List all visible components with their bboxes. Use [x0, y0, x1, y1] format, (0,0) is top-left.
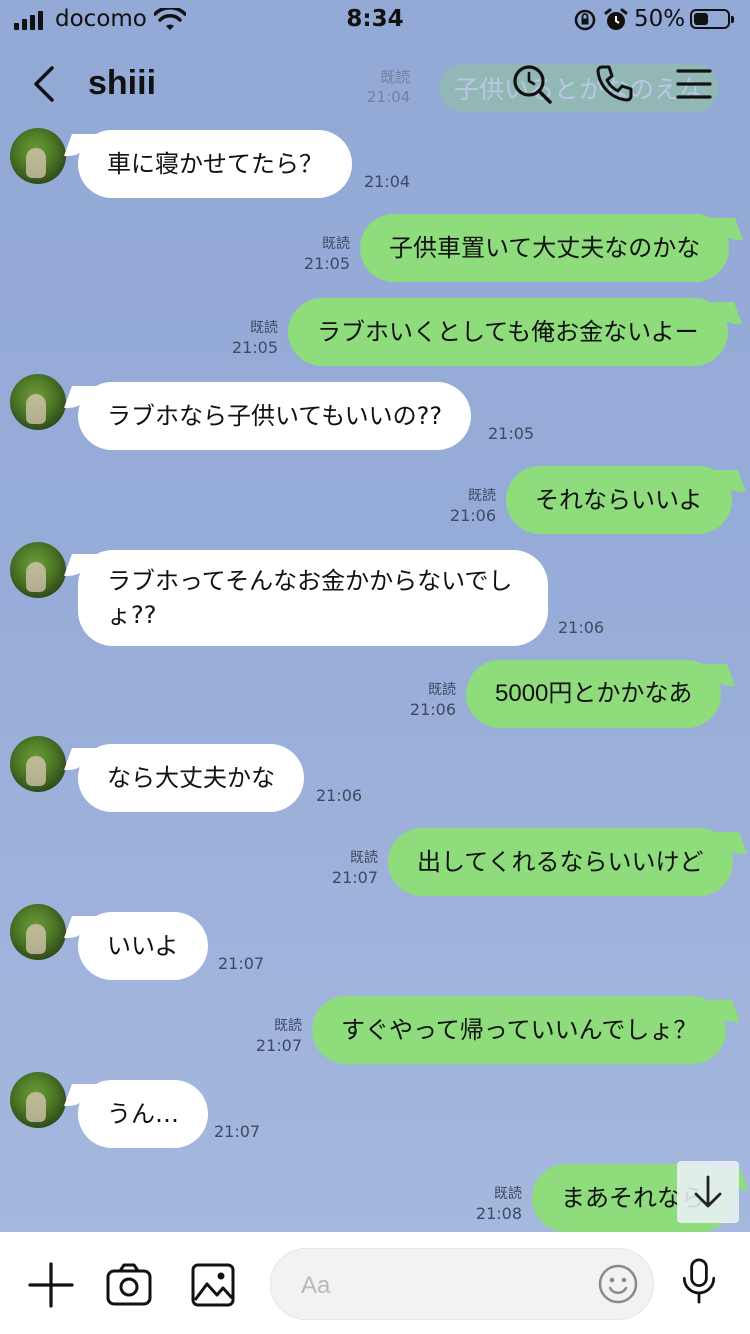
message-meta: 既読 21:07 — [324, 848, 378, 888]
arrow-down-icon — [694, 1175, 722, 1208]
microphone-icon[interactable] — [676, 1258, 722, 1304]
read-receipt: 既読 — [274, 1018, 302, 1034]
message-meta: 既読 21:05 — [296, 234, 350, 274]
message-meta: 既読 21:08 — [468, 1184, 522, 1224]
message-time: 21:08 — [475, 1204, 522, 1223]
menu-icon[interactable] — [672, 62, 716, 106]
read-receipt: 既読 — [468, 488, 496, 504]
image-icon[interactable] — [190, 1262, 236, 1308]
rotation-lock-icon — [574, 9, 596, 31]
message-bubble-outgoing[interactable]: それならいいよ — [506, 466, 732, 534]
message-bubble-incoming[interactable]: ラブホなら子供いてもいいの?? — [78, 382, 472, 450]
read-receipt: 既読 — [350, 850, 378, 866]
emoji-icon[interactable] — [597, 1263, 639, 1305]
message-bubble-incoming[interactable]: なら大丈夫かな — [78, 744, 304, 812]
message-time: 21:07 — [218, 954, 265, 973]
message-time: 21:07 — [255, 1036, 302, 1055]
message-bubble-incoming[interactable]: うん… — [78, 1080, 208, 1148]
phone-icon[interactable] — [592, 62, 636, 106]
avatar[interactable] — [10, 128, 66, 184]
chat-header: shiii 既読 21:04 子供いるとかなのえな — [0, 44, 750, 124]
avatar[interactable] — [10, 736, 66, 792]
chat-title[interactable]: shiii — [88, 64, 156, 103]
message-time: 21:06 — [558, 618, 605, 637]
message-meta: 既読 21:05 — [224, 318, 278, 358]
message-list[interactable]: 車に寝かせてたら？ 21:04 既読 21:05 子供車置いて大丈夫なのかな 既… — [0, 124, 750, 1232]
message-time: 21:06 — [409, 700, 456, 719]
plus-icon[interactable] — [28, 1262, 74, 1308]
message-bubble-outgoing[interactable]: 子供車置いて大丈夫なのかな — [360, 214, 730, 282]
scroll-to-bottom-button[interactable] — [677, 1161, 739, 1223]
alarm-icon — [604, 8, 628, 30]
battery-percent: 50% — [634, 6, 686, 32]
message-bubble-outgoing[interactable]: 5000円とかかなあ — [466, 660, 722, 728]
message-bubble-outgoing[interactable]: 出してくれるならいいけど — [388, 828, 733, 896]
message-bubble-incoming[interactable]: 車に寝かせてたら？ — [78, 130, 352, 198]
message-bubble-outgoing[interactable]: ラブホいくとしても俺お金ないよー — [288, 298, 728, 366]
read-receipt: 既読 — [322, 236, 350, 252]
message-input[interactable] — [299, 1266, 583, 1306]
status-bar: docomo 8:34 50% — [0, 0, 750, 40]
avatar[interactable] — [10, 374, 66, 430]
read-receipt: 既読 — [250, 320, 278, 336]
message-time: 21:05 — [231, 338, 278, 357]
avatar[interactable] — [10, 904, 66, 960]
message-input-field[interactable] — [270, 1248, 654, 1320]
message-time: 21:04 — [364, 172, 411, 191]
avatar[interactable] — [10, 1072, 66, 1128]
message-bubble-incoming[interactable]: ラブホってそんなお金かからないでしょ?? — [78, 550, 548, 646]
message-time: 21:06 — [449, 506, 496, 525]
message-input-bar — [0, 1232, 750, 1334]
battery-fill — [694, 13, 708, 25]
avatar[interactable] — [10, 542, 66, 598]
message-bubble-incoming[interactable]: いいよ — [78, 912, 208, 980]
message-time: 21:07 — [331, 868, 378, 887]
message-time: 21:05 — [303, 254, 350, 273]
search-icon[interactable] — [510, 62, 554, 106]
chevron-left-icon[interactable] — [26, 62, 66, 106]
camera-icon[interactable] — [106, 1262, 152, 1308]
message-time: 21:06 — [316, 786, 363, 805]
message-time: 21:07 — [214, 1122, 261, 1141]
read-receipt: 既読 — [428, 682, 456, 698]
message-meta: 既読 21:06 — [402, 680, 456, 720]
message-bubble-outgoing[interactable]: すぐやって帰っていいんでしょ？ — [312, 996, 727, 1064]
battery-icon — [690, 9, 734, 29]
read-receipt: 既読 — [494, 1186, 522, 1202]
message-time: 21:05 — [488, 424, 535, 443]
message-meta: 既読 21:07 — [248, 1016, 302, 1056]
message-meta: 既読 21:06 — [442, 486, 496, 526]
